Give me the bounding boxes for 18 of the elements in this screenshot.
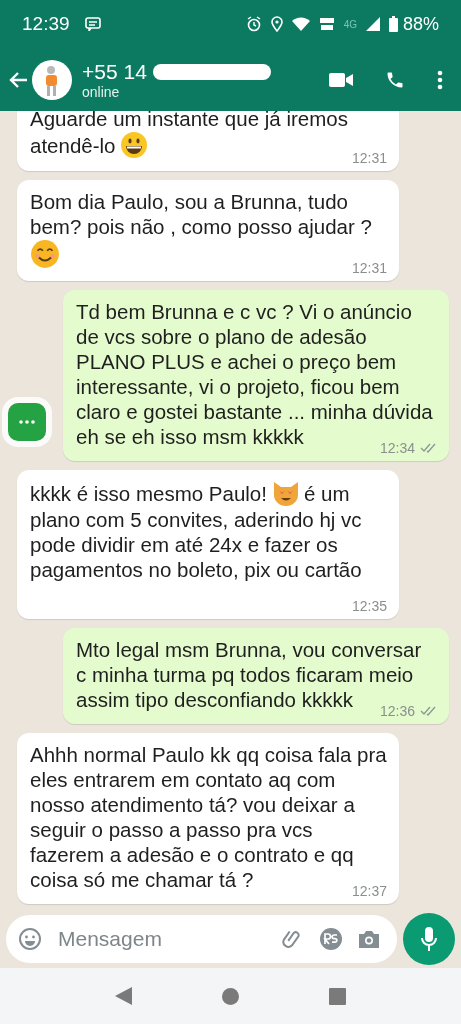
message-field[interactable]: Mensagem bbox=[6, 915, 397, 963]
message-text: plano com 5 convites, aderindo hj vc pode dividir em até 24x e fazer os pagamentos no boleto, pix ou cartão bbox=[30, 507, 363, 582]
contact-status: online bbox=[82, 83, 120, 100]
message-time: 12:31 bbox=[351, 150, 387, 166]
contact-number[interactable]: +55 14 bbox=[82, 59, 147, 84]
message-time: 12:35 bbox=[351, 598, 387, 614]
message-text: kkkk é isso mesmo Paulo! bbox=[30, 482, 267, 505]
message-text: Aguarde um instante que já iremos bbox=[30, 111, 348, 131]
clock-time: 12:39 bbox=[22, 13, 70, 35]
message-text: atendê-lo bbox=[30, 134, 116, 157]
message-time: 12:37 bbox=[351, 883, 387, 899]
message-text: Bom dia Paulo, sou a Brunna, tudo bem? pois não , como posso ajudar ? bbox=[30, 190, 372, 238]
network-type: 4G bbox=[343, 18, 357, 30]
message-time: 12:34 bbox=[379, 440, 415, 456]
message-text: é um bbox=[304, 482, 350, 505]
message-time: 12:31 bbox=[351, 260, 387, 276]
message-time: 12:36 bbox=[379, 703, 415, 719]
battery-percent: 88% bbox=[402, 13, 439, 35]
